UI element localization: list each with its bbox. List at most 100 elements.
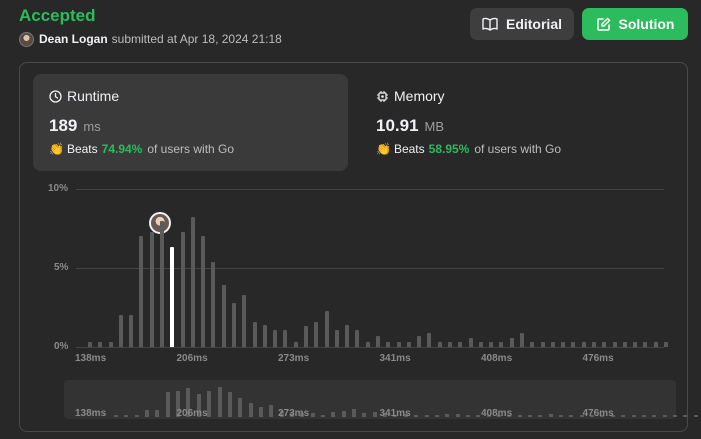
overview-bar [683,415,688,417]
submission-status: Accepted [19,6,96,25]
runtime-bar[interactable] [262,324,267,347]
overview-x-tick-label: 341ms [379,408,411,419]
runtime-bar[interactable] [592,342,596,347]
overview-bar [362,413,367,417]
memory-title: Memory [376,88,659,104]
runtime-bar[interactable] [376,335,380,347]
runtime-bar[interactable] [468,337,473,347]
runtime-bar[interactable] [334,329,339,347]
runtime-bar[interactable] [232,302,236,347]
user-name[interactable]: Dean Logan [39,32,108,46]
runtime-bar[interactable] [88,342,92,347]
overview-x-tick-label: 206ms [176,408,208,419]
runtime-bar[interactable] [324,310,329,347]
runtime-bar[interactable] [314,321,319,347]
runtime-bar[interactable] [221,285,226,347]
runtime-bar[interactable] [190,217,195,347]
memory-value: 10.91 MB [376,116,659,136]
overview-bar [476,415,481,417]
submitted-time: submitted at Apr 18, 2024 21:18 [111,32,282,46]
runtime-bar[interactable] [571,342,576,347]
runtime-bar[interactable] [365,342,370,347]
user-avatar[interactable] [19,31,34,47]
grid-line [76,189,664,190]
runtime-bar[interactable] [653,342,658,347]
runtime-bar[interactable] [160,220,164,347]
runtime-bar[interactable] [345,324,350,347]
runtime-bar[interactable] [252,321,257,347]
runtime-bar[interactable] [211,261,216,347]
editorial-button[interactable]: Editorial [470,8,574,40]
overview-x-tick-label: 138ms [75,408,107,419]
runtime-bar[interactable] [283,329,288,347]
runtime-bar[interactable] [293,342,298,347]
runtime-bar[interactable] [386,342,391,347]
memory-number: 10.91 [376,116,419,135]
runtime-bar[interactable] [201,236,206,347]
runtime-card[interactable]: Runtime 189 ms 👏 Beats 74.94% of users wi… [33,74,348,171]
overview-bar [445,414,450,417]
runtime-bar[interactable] [520,332,524,347]
runtime-bar[interactable] [664,342,668,347]
grid-line [76,347,664,348]
runtime-bar[interactable] [448,342,452,347]
runtime-bar[interactable] [458,342,463,347]
memory-unit: MB [424,119,445,134]
runtime-bar[interactable] [180,231,185,347]
runtime-title: Runtime [49,88,332,104]
clap-icon: 👏 [376,142,391,156]
runtime-bar[interactable] [139,236,144,347]
overview-bar [569,415,574,417]
overview-bar [548,413,553,417]
runtime-bar[interactable] [273,329,278,347]
overview-bar [248,402,253,417]
runtime-bar[interactable] [489,342,494,347]
overview-x-tick-label: 408ms [481,408,513,419]
my-runtime-bar[interactable] [170,247,175,347]
overview-bar [465,415,470,417]
overview-bar [641,415,646,417]
runtime-bar[interactable] [581,342,586,347]
runtime-bar[interactable] [118,315,123,347]
runtime-bar[interactable] [643,342,648,347]
runtime-bar[interactable] [550,342,555,347]
chip-icon [377,90,388,102]
runtime-bar[interactable] [427,332,432,347]
runtime-bar[interactable] [242,294,247,347]
runtime-bar[interactable] [406,342,411,347]
clock-icon [49,89,62,103]
runtime-bar[interactable] [478,342,483,347]
runtime-bar[interactable] [355,329,360,347]
runtime-bar[interactable] [98,342,103,347]
memory-card[interactable]: Memory 10.91 MB 👏 Beats 58.95% of users w… [360,74,675,171]
runtime-value: 189 ms [49,116,332,136]
runtime-bar[interactable] [417,335,422,347]
runtime-bar[interactable] [602,342,607,347]
runtime-bar[interactable] [129,315,134,347]
runtime-bar[interactable] [530,342,535,347]
runtime-beats: 👏 Beats 74.94% of users with Go [49,142,332,156]
runtime-bar[interactable] [396,342,401,347]
overview-bar [652,415,657,417]
range-overview-chart[interactable]: 138ms 206ms 273ms 341ms 408ms 476ms [64,380,698,419]
solution-button[interactable]: Solution [582,8,688,40]
overview-bar [372,411,377,417]
runtime-bar[interactable] [612,342,617,347]
runtime-bar[interactable] [304,326,308,347]
overview-bar [631,415,636,417]
memory-beats-pct: 58.95% [428,142,470,156]
runtime-bar[interactable] [561,342,566,347]
runtime-bar[interactable] [633,342,638,347]
x-tick-label: 476ms [582,353,614,364]
runtime-bar[interactable] [108,342,113,347]
runtime-beats-word: Beats [66,142,98,156]
runtime-bar[interactable] [509,337,514,347]
overview-bar [238,397,243,417]
grid-line [76,268,664,269]
overview-bar [672,415,677,417]
runtime-bar[interactable] [622,342,627,347]
runtime-bar[interactable] [437,342,442,347]
runtime-bar[interactable] [540,342,545,347]
runtime-bar[interactable] [499,342,504,347]
runtime-bar[interactable] [149,231,154,347]
